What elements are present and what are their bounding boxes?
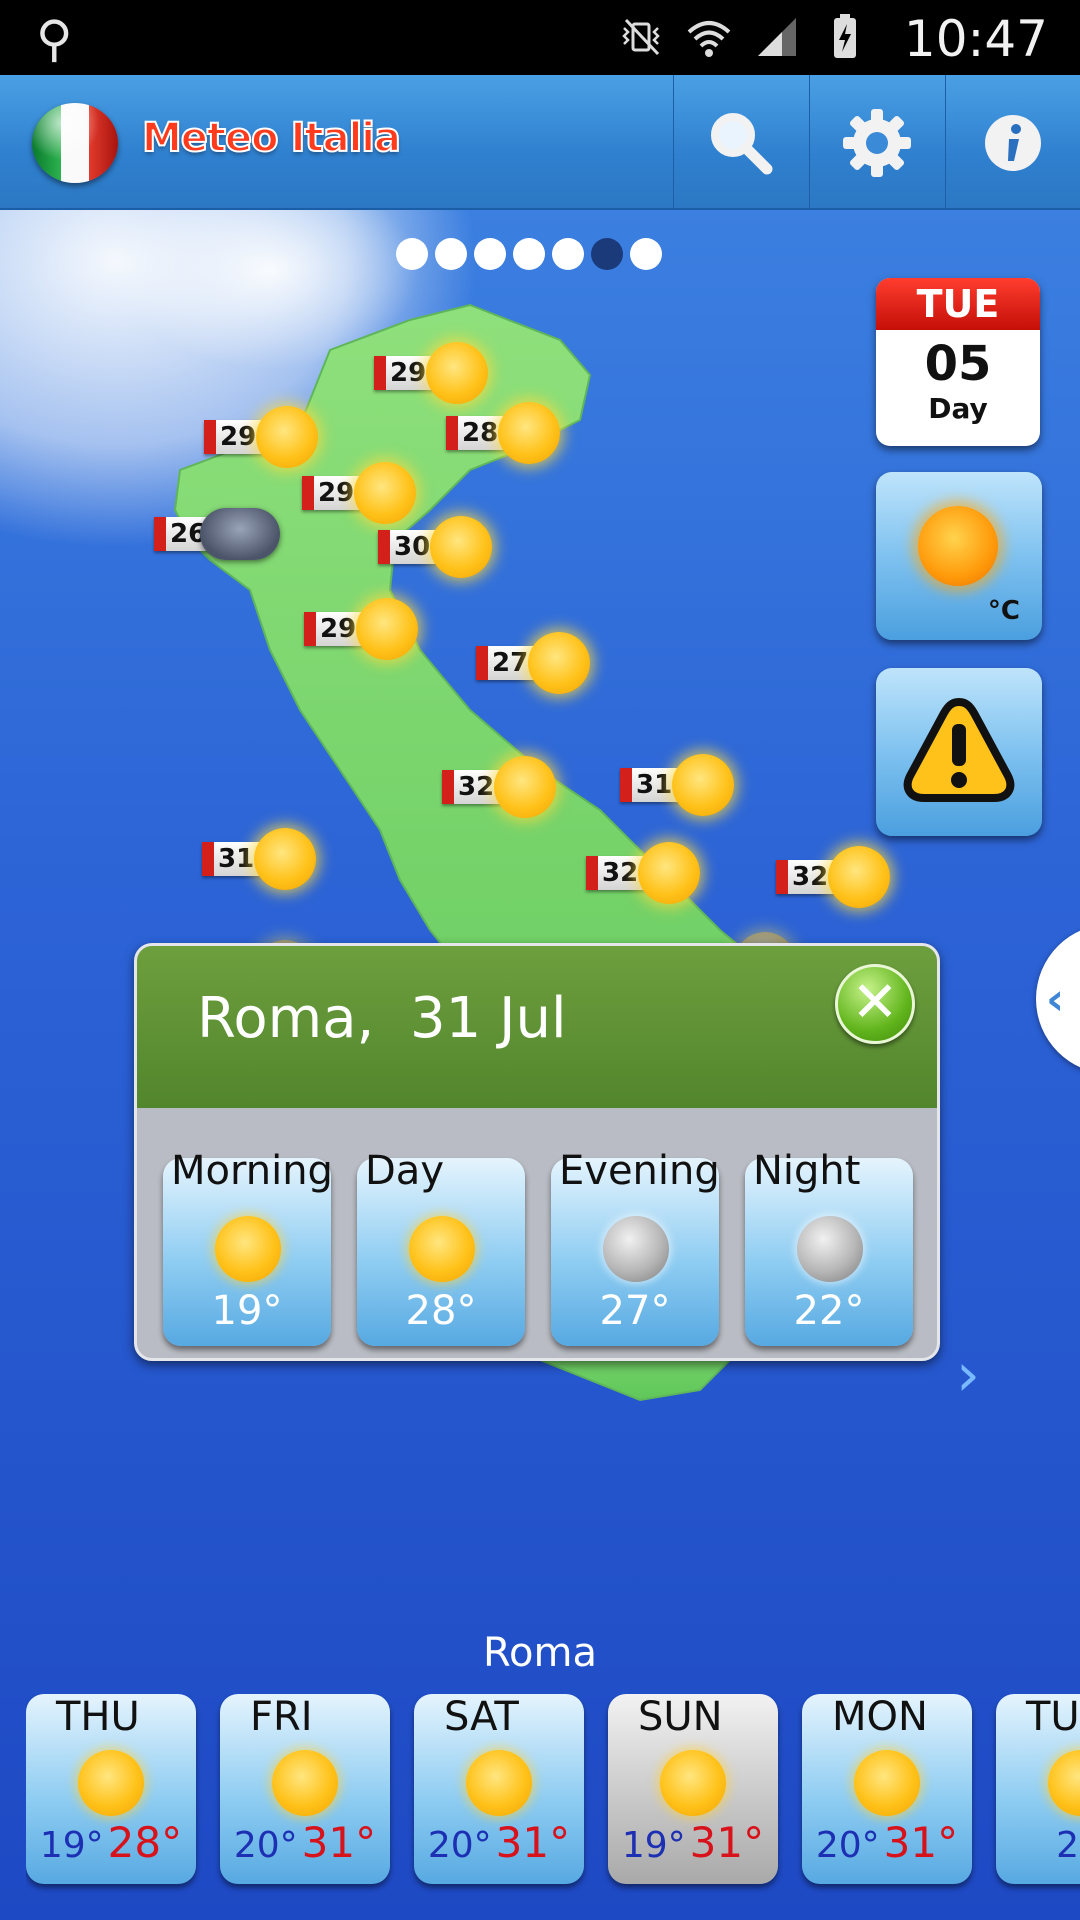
warning-icon	[903, 697, 1015, 802]
gear-icon	[843, 108, 911, 177]
sun-icon	[672, 754, 735, 816]
sun-icon	[356, 598, 419, 660]
sun-icon	[354, 462, 417, 524]
forecast-city: Roma	[483, 1630, 597, 1676]
close-icon: ✕	[851, 970, 899, 1035]
signal-icon	[758, 18, 796, 56]
page-dot-active[interactable]	[591, 238, 623, 270]
sun-icon	[918, 506, 998, 586]
city-marker[interactable]: 28	[446, 402, 561, 464]
day-card[interactable]: SAT 20°31°	[414, 1694, 584, 1884]
sun-icon	[638, 842, 701, 904]
city-marker[interactable]: 32	[776, 846, 891, 908]
sun-icon	[854, 1750, 920, 1816]
calendar-label: Day	[928, 392, 988, 425]
page-dot[interactable]	[513, 238, 545, 270]
info-button[interactable]	[945, 75, 1080, 210]
city-marker[interactable]: 27	[476, 632, 591, 694]
alerts-button[interactable]	[876, 668, 1042, 836]
sun-icon	[256, 406, 319, 468]
vibrate-icon	[622, 18, 660, 56]
city-detail-popup: Roma, 31 Jul ✕ Morning 19° Day 28° Eveni…	[134, 943, 940, 1361]
sun-icon	[498, 402, 561, 464]
sun-icon	[494, 756, 557, 818]
sun-icon	[1048, 1750, 1080, 1816]
settings-button[interactable]	[809, 75, 944, 210]
page-dot[interactable]	[396, 238, 428, 270]
info-icon	[985, 114, 1041, 171]
sun-icon	[466, 1750, 532, 1816]
close-button[interactable]: ✕	[835, 964, 915, 1044]
sun-icon	[272, 1750, 338, 1816]
period-card[interactable]: Morning 19°	[163, 1148, 333, 1346]
popup-title: Roma, 31 Jul	[197, 986, 567, 1051]
sun-icon	[430, 516, 493, 578]
day-calendar-button[interactable]: TUE 05 Day	[876, 278, 1040, 446]
sun-icon	[78, 1750, 144, 1816]
popup-city: Roma,	[197, 986, 375, 1051]
sun-icon	[660, 1750, 726, 1816]
sun-icon	[254, 828, 317, 890]
page-dot[interactable]	[435, 238, 467, 270]
calendar-date: 05	[924, 336, 992, 392]
app-title: Meteo Italia	[141, 114, 402, 162]
city-marker[interactable]: 31	[202, 828, 317, 890]
daily-forecast-strip[interactable]: THU 19°28° FRI 20°31° SAT 20°31° SUN 19°…	[26, 1694, 1080, 1894]
day-card[interactable]: FRI 20°31°	[220, 1694, 390, 1884]
page-dot[interactable]	[474, 238, 506, 270]
action-bar: Meteo Italia	[0, 75, 1080, 210]
search-button[interactable]	[673, 75, 808, 210]
sun-icon	[426, 342, 489, 404]
period-card[interactable]: Evening 27°	[551, 1148, 720, 1346]
thunderstorm-icon	[200, 508, 281, 560]
status-time: 10:47	[903, 10, 1048, 68]
city-marker[interactable]: 29	[304, 598, 419, 660]
city-marker[interactable]: 30	[378, 516, 493, 578]
city-marker[interactable]: 29	[374, 342, 489, 404]
sun-icon	[215, 1216, 281, 1282]
status-icons	[616, 12, 870, 62]
units-toggle-button[interactable]: °C	[876, 472, 1042, 640]
popup-date: 31 Jul	[409, 986, 567, 1051]
chevron-left-icon: ‹	[1046, 974, 1065, 1025]
city-marker[interactable]: 31	[620, 754, 735, 816]
city-marker[interactable]: 32	[442, 756, 557, 818]
moon-icon	[797, 1216, 863, 1282]
search-icon	[711, 112, 773, 174]
city-marker[interactable]: 32	[586, 842, 701, 904]
sun-icon	[528, 632, 591, 694]
italy-flag-logo	[32, 103, 118, 183]
usb-icon: ⚲	[36, 10, 73, 68]
sun-icon	[409, 1216, 475, 1282]
moon-icon	[603, 1216, 669, 1282]
page-dot[interactable]	[630, 238, 662, 270]
battery-icon	[834, 14, 856, 58]
chevron-right-icon[interactable]: ›	[956, 1340, 980, 1410]
page-indicator[interactable]	[396, 238, 662, 270]
city-marker[interactable]: 29	[204, 406, 319, 468]
sun-icon	[828, 846, 891, 908]
day-card[interactable]: TU 20	[996, 1694, 1080, 1884]
unit-label: °C	[987, 596, 1020, 626]
period-card[interactable]: Day 28°	[357, 1148, 525, 1346]
period-card[interactable]: Night 22°	[745, 1148, 913, 1346]
status-bar: ⚲ 10:47	[0, 0, 1080, 75]
day-card[interactable]: MON 20°31°	[802, 1694, 972, 1884]
page-dot[interactable]	[552, 238, 584, 270]
calendar-weekday: TUE	[876, 278, 1040, 330]
city-marker[interactable]: 29	[302, 462, 417, 524]
day-card[interactable]: THU 19°28°	[26, 1694, 196, 1884]
city-marker[interactable]: 26	[154, 508, 281, 560]
wifi-icon	[687, 21, 731, 57]
day-card[interactable]: SUN 19°31°	[608, 1694, 778, 1884]
